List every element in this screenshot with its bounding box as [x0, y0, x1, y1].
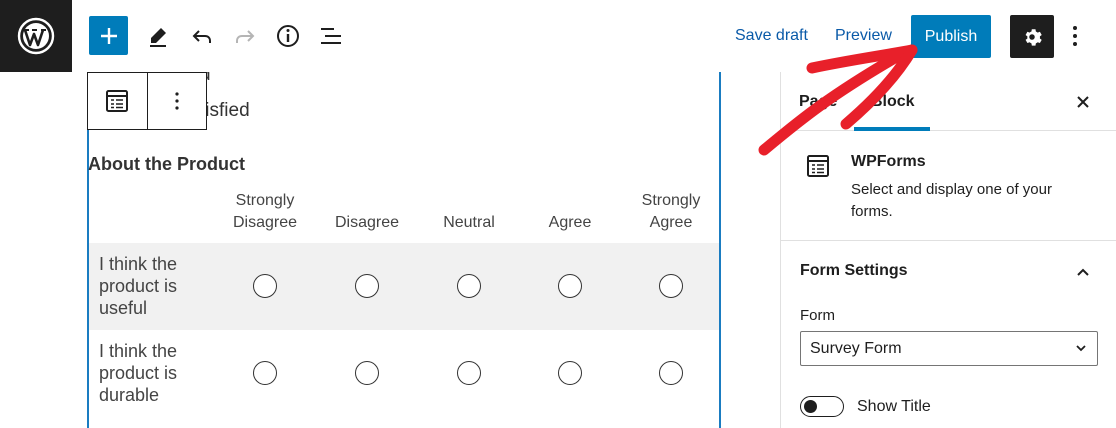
redo-button[interactable] — [227, 18, 263, 54]
editor-topbar: Save draft Preview Publish — [0, 0, 1116, 72]
likert-column-header: Agree — [548, 214, 592, 231]
likert-row: I think the product is useful — [89, 243, 719, 330]
likert-column-header: Disagree — [334, 214, 400, 231]
close-sidebar-button[interactable] — [1071, 90, 1095, 114]
vertical-ellipsis-icon — [1073, 26, 1077, 46]
vertical-ellipsis-icon — [175, 92, 179, 110]
wordpress-logo-icon[interactable] — [0, 0, 72, 72]
list-view-icon — [321, 28, 341, 44]
form-settings-panel-toggle[interactable]: Form Settings — [800, 262, 908, 280]
likert-column-header: Strongly Agree — [641, 192, 701, 231]
editor-canvas: d tisfied About the Product StronglyDisa… — [0, 72, 780, 428]
likert-row-label: I think the product is useful — [99, 254, 178, 318]
chevron-down-icon — [1073, 340, 1089, 356]
info-icon — [277, 25, 299, 47]
likert-radio[interactable] — [253, 361, 277, 385]
wpforms-icon — [106, 90, 129, 112]
sidebar-tabs: Page Block — [781, 72, 1116, 131]
plus-icon — [100, 27, 117, 44]
tab-page[interactable]: Page — [799, 93, 837, 111]
close-icon — [1077, 96, 1089, 108]
preview-button[interactable]: Preview — [835, 26, 892, 46]
form-select-label: Form — [800, 307, 835, 324]
wpforms-icon — [805, 153, 831, 184]
likert-column-header: Neutral — [443, 214, 495, 231]
block-type-button[interactable] — [88, 73, 147, 129]
likert-column-header: Strongly Disagree — [232, 192, 298, 231]
form-select[interactable]: Survey Form — [800, 331, 1098, 366]
likert-row-label: I think the product is durable — [99, 341, 178, 405]
gear-icon — [1025, 28, 1042, 46]
publish-button[interactable]: Publish — [911, 15, 991, 58]
pencil-icon — [150, 28, 166, 47]
likert-radio[interactable] — [355, 274, 379, 298]
likert-section-title: About the Product — [88, 154, 245, 174]
show-title-toggle[interactable] — [800, 396, 844, 417]
block-name: WPForms — [851, 153, 926, 170]
likert-radio[interactable] — [457, 361, 481, 385]
save-draft-button[interactable]: Save draft — [735, 26, 808, 46]
block-options-button[interactable] — [147, 73, 206, 129]
block-description: Select and display one of your forms. — [851, 181, 1052, 220]
toggle-knob — [804, 399, 817, 413]
show-title-label: Show Title — [857, 398, 931, 415]
settings-sidebar: Page Block WPForms Select and display on… — [780, 72, 1116, 428]
block-toolbar — [87, 72, 207, 130]
tools-button[interactable] — [140, 18, 176, 54]
details-button[interactable] — [270, 18, 306, 54]
add-block-button[interactable] — [89, 16, 128, 55]
likert-radio[interactable] — [355, 361, 379, 385]
likert-radio[interactable] — [253, 274, 277, 298]
list-view-button[interactable] — [313, 18, 349, 54]
likert-radio[interactable] — [558, 361, 582, 385]
form-select-value: Survey Form — [810, 340, 902, 357]
likert-radio[interactable] — [659, 274, 683, 298]
likert-radio[interactable] — [457, 274, 481, 298]
tab-block[interactable]: Block — [871, 93, 915, 111]
more-options-button[interactable] — [1060, 18, 1090, 54]
undo-icon — [192, 30, 211, 43]
settings-button[interactable] — [1010, 15, 1054, 58]
likert-radio[interactable] — [659, 361, 683, 385]
likert-row: I think the product is durable — [89, 330, 719, 417]
block-card: WPForms Select and display one of your f… — [781, 131, 1116, 241]
redo-icon — [236, 30, 255, 43]
chevron-up-icon[interactable] — [1073, 262, 1093, 282]
likert-radio[interactable] — [558, 274, 582, 298]
undo-button[interactable] — [184, 18, 220, 54]
